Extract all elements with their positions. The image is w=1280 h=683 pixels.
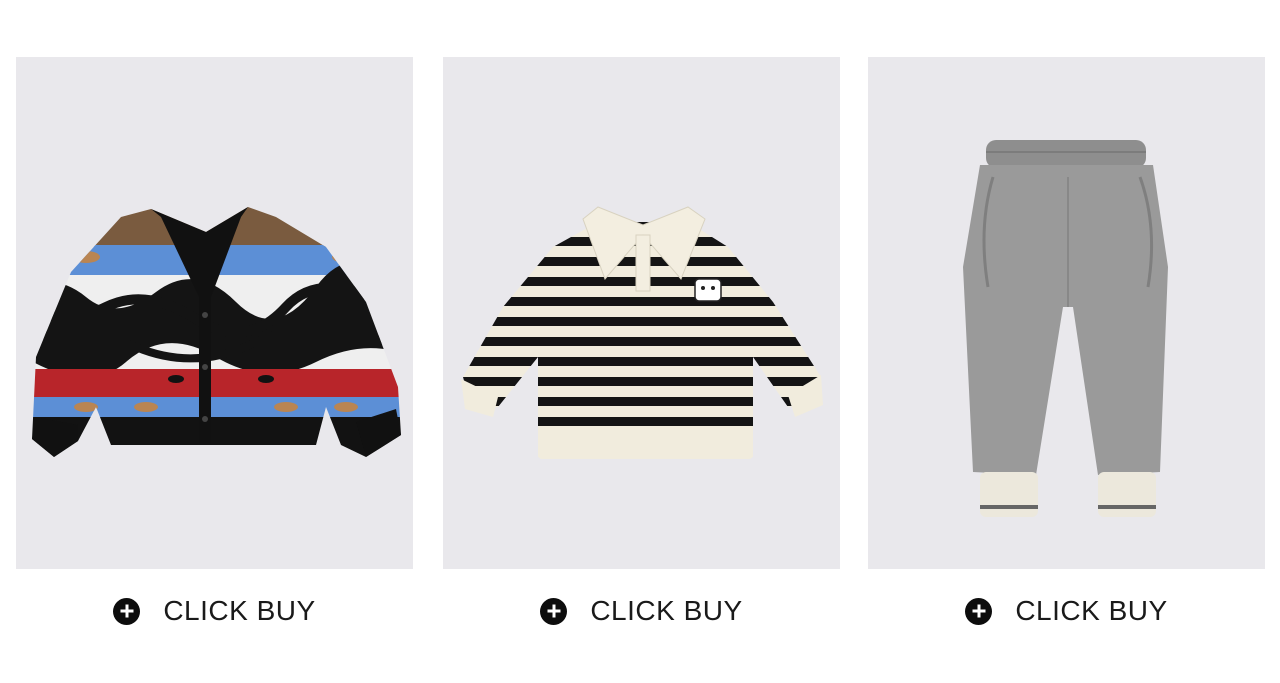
plus-circle-icon [540,597,568,625]
product-image-jogger-pants[interactable] [868,57,1265,569]
product-card: CLICK BUY [16,57,413,641]
click-buy-label: CLICK BUY [163,595,316,626]
click-buy-button[interactable]: CLICK BUY [16,581,413,641]
plus-circle-icon [113,597,141,625]
click-buy-button[interactable]: CLICK BUY [868,581,1265,641]
product-card: CLICK BUY [868,57,1265,641]
click-buy-label: CLICK BUY [1015,595,1168,626]
product-grid: CLICK BUY CLICK BUY CLICK BUY [0,0,1280,683]
product-image-striped-polo[interactable] [443,57,840,569]
striped-polo-illustration [461,206,823,459]
product-image-cardigan[interactable] [16,57,413,569]
plus-circle-icon [965,597,993,625]
click-buy-button[interactable]: CLICK BUY [443,581,840,641]
cardigan-illustration [32,207,401,457]
jogger-pants-illustration [963,140,1168,517]
click-buy-label: CLICK BUY [590,595,743,626]
product-card: CLICK BUY [443,57,840,641]
